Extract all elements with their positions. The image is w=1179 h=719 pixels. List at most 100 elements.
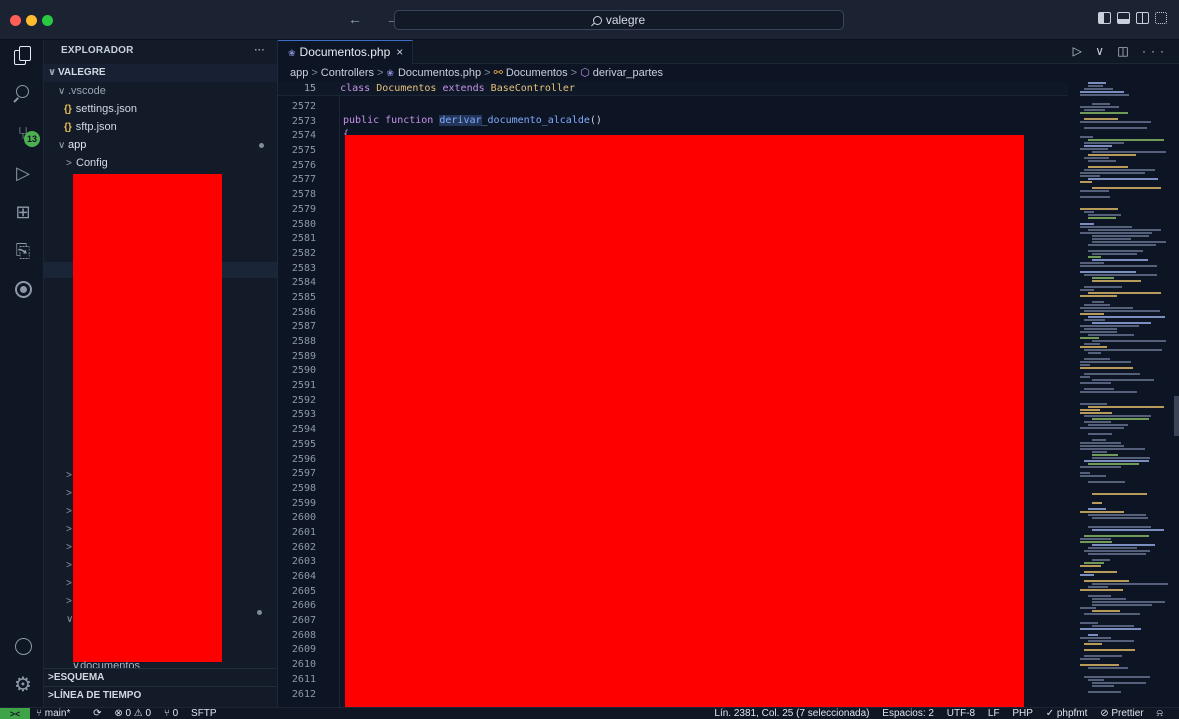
close-window-button[interactable]	[10, 15, 21, 26]
phpfmt-indicator[interactable]: ✓ phpfmt	[1046, 708, 1088, 719]
toggle-panel-icon[interactable]	[1117, 12, 1130, 24]
customize-layout-icon[interactable]	[1155, 12, 1167, 24]
chevron-right-icon: >	[66, 578, 72, 589]
sync-icon[interactable]: ⟳	[93, 708, 101, 719]
line-number: 2588	[291, 336, 316, 347]
end-of-line[interactable]: LF	[988, 708, 1000, 719]
branch-indicator[interactable]: ⑂ main*	[36, 708, 80, 719]
minimap-line	[1088, 217, 1116, 219]
json-file-icon: {}	[64, 104, 72, 115]
breadcrumb-item-file[interactable]: Documentos.php	[398, 67, 481, 79]
tree-file-sftp-json[interactable]: {} sftp.json	[44, 118, 277, 136]
tree-folder-vscode[interactable]: ∨ .vscode	[44, 82, 277, 100]
minimap-line	[1088, 229, 1161, 231]
zoom-window-button[interactable]	[42, 15, 53, 26]
cursor-position[interactable]: Lín. 2381, Col. 25 (7 seleccionada)	[714, 708, 869, 719]
language-mode[interactable]: PHP	[1012, 708, 1033, 719]
sftp-indicator[interactable]: SFTP	[191, 708, 217, 719]
minimap-line	[1080, 325, 1139, 327]
breadcrumb-item-app[interactable]: app	[290, 67, 308, 79]
problems-indicator[interactable]: ⊗ 0 ⚠ 0	[114, 708, 151, 719]
timeline-section[interactable]: >LÍNEA DE TIEMPO	[44, 686, 277, 704]
tree-folder-app[interactable]: ∨ app	[44, 136, 277, 154]
line-number: 2591	[291, 380, 316, 392]
extensions-icon[interactable]: ⊞	[12, 201, 34, 223]
minimap-line	[1080, 232, 1152, 234]
editor-actions[interactable]: ▷ ∨ ◫ ···	[1073, 44, 1169, 58]
line-number: 2607	[291, 615, 316, 627]
code-editor[interactable]: 2572 2573 2574 2575 2576 2577 2578 2579 2580 2581…	[278, 96, 1078, 707]
outline-section[interactable]: >ESQUEMA	[44, 668, 277, 686]
minimap-line	[1080, 403, 1107, 405]
minimap-line	[1088, 82, 1106, 84]
chevron-right-icon: >	[66, 542, 72, 553]
minimap-line	[1084, 142, 1124, 144]
minimap-line	[1080, 589, 1123, 591]
vertical-scrollbar[interactable]	[1174, 396, 1179, 436]
minimap-line	[1092, 544, 1155, 546]
minimap-line	[1080, 223, 1094, 225]
minimap-line	[1092, 604, 1152, 606]
minimap-line	[1080, 289, 1094, 291]
toggle-secondary-sidebar-icon[interactable]	[1136, 12, 1149, 24]
minimap-line	[1088, 85, 1103, 87]
minimap-line	[1080, 262, 1104, 264]
breadcrumb: app > Controllers > ❀ Documentos.php > ⚯ Docume…	[278, 64, 1068, 82]
method-symbol-icon: ⬡	[580, 67, 590, 79]
code-line-function[interactable]: public function derivar_documento_alcald…	[343, 114, 602, 128]
minimap-line	[1084, 274, 1157, 276]
search-view-icon[interactable]	[12, 83, 34, 105]
minimap-line	[1084, 550, 1150, 552]
workspace-root[interactable]: ∨ VALEGRE	[44, 64, 277, 82]
minimap-line	[1088, 463, 1139, 465]
minimap-line	[1080, 409, 1100, 411]
minimap-line	[1080, 511, 1124, 513]
minimap-line	[1080, 628, 1141, 630]
settings-gear-icon[interactable]: ⚙	[12, 674, 34, 696]
chevron-right-icon: >	[66, 524, 72, 535]
notifications-bell-icon[interactable]: ⍾	[1156, 708, 1163, 719]
remote-explorer-icon[interactable]	[12, 279, 34, 301]
ports-indicator[interactable]: ⑂ 0	[164, 708, 178, 719]
toggle-primary-sidebar-icon[interactable]	[1098, 12, 1111, 24]
php-file-icon: ❀	[288, 48, 296, 58]
minimap-line	[1080, 391, 1137, 393]
minimap-line	[1084, 328, 1117, 330]
breadcrumb-item-class[interactable]: Documentos	[506, 67, 568, 79]
line-number-gutter: 2572 2573 2574 2575 2576 2577 2578 2579 2580 2581…	[278, 100, 316, 702]
search-text: valegre	[605, 13, 646, 27]
minimap-line	[1092, 685, 1114, 687]
indentation[interactable]: Espacios: 2	[882, 708, 934, 719]
account-icon[interactable]	[12, 636, 34, 658]
minimap-line	[1080, 271, 1136, 273]
minimap-line	[1080, 637, 1111, 639]
minimap-line	[1080, 376, 1090, 378]
explorer-more-button[interactable]: ···	[254, 40, 265, 62]
minimap-line	[1080, 475, 1106, 477]
explorer-icon[interactable]	[12, 45, 34, 67]
minimap-line	[1084, 118, 1118, 120]
minimize-window-button[interactable]	[26, 15, 37, 26]
command-center-search[interactable]: valegre	[394, 10, 844, 30]
encoding[interactable]: UTF-8	[947, 708, 975, 719]
run-debug-icon[interactable]: ▷	[12, 162, 34, 184]
tree-folder-config[interactable]: > Config	[44, 154, 277, 172]
sticky-scroll-line[interactable]: 15 class Documentos extends BaseControll…	[278, 82, 1068, 96]
prettier-indicator[interactable]: ⊘ Prettier	[1100, 708, 1143, 719]
minimap-line	[1084, 388, 1114, 390]
remote-indicator-button[interactable]: ><	[0, 708, 30, 719]
breadcrumb-item-method[interactable]: derivar_partes	[593, 67, 663, 79]
tab-documentos-php[interactable]: ❀ Documentos.php ×	[278, 40, 413, 64]
minimap-line	[1084, 127, 1147, 129]
breadcrumb-item-controllers[interactable]: Controllers	[321, 67, 374, 79]
minimap-line	[1080, 364, 1090, 366]
minimap-line	[1080, 196, 1110, 198]
close-icon[interactable]: ×	[396, 45, 403, 59]
testing-icon[interactable]: ⎘	[12, 240, 34, 262]
minimap-line	[1080, 307, 1133, 309]
line-number: 2585	[291, 291, 316, 303]
line-number: 2573	[291, 115, 316, 127]
minimap[interactable]	[1074, 82, 1174, 702]
minimap-line	[1088, 316, 1165, 318]
tree-file-settings-json[interactable]: {} settings.json	[44, 100, 277, 118]
